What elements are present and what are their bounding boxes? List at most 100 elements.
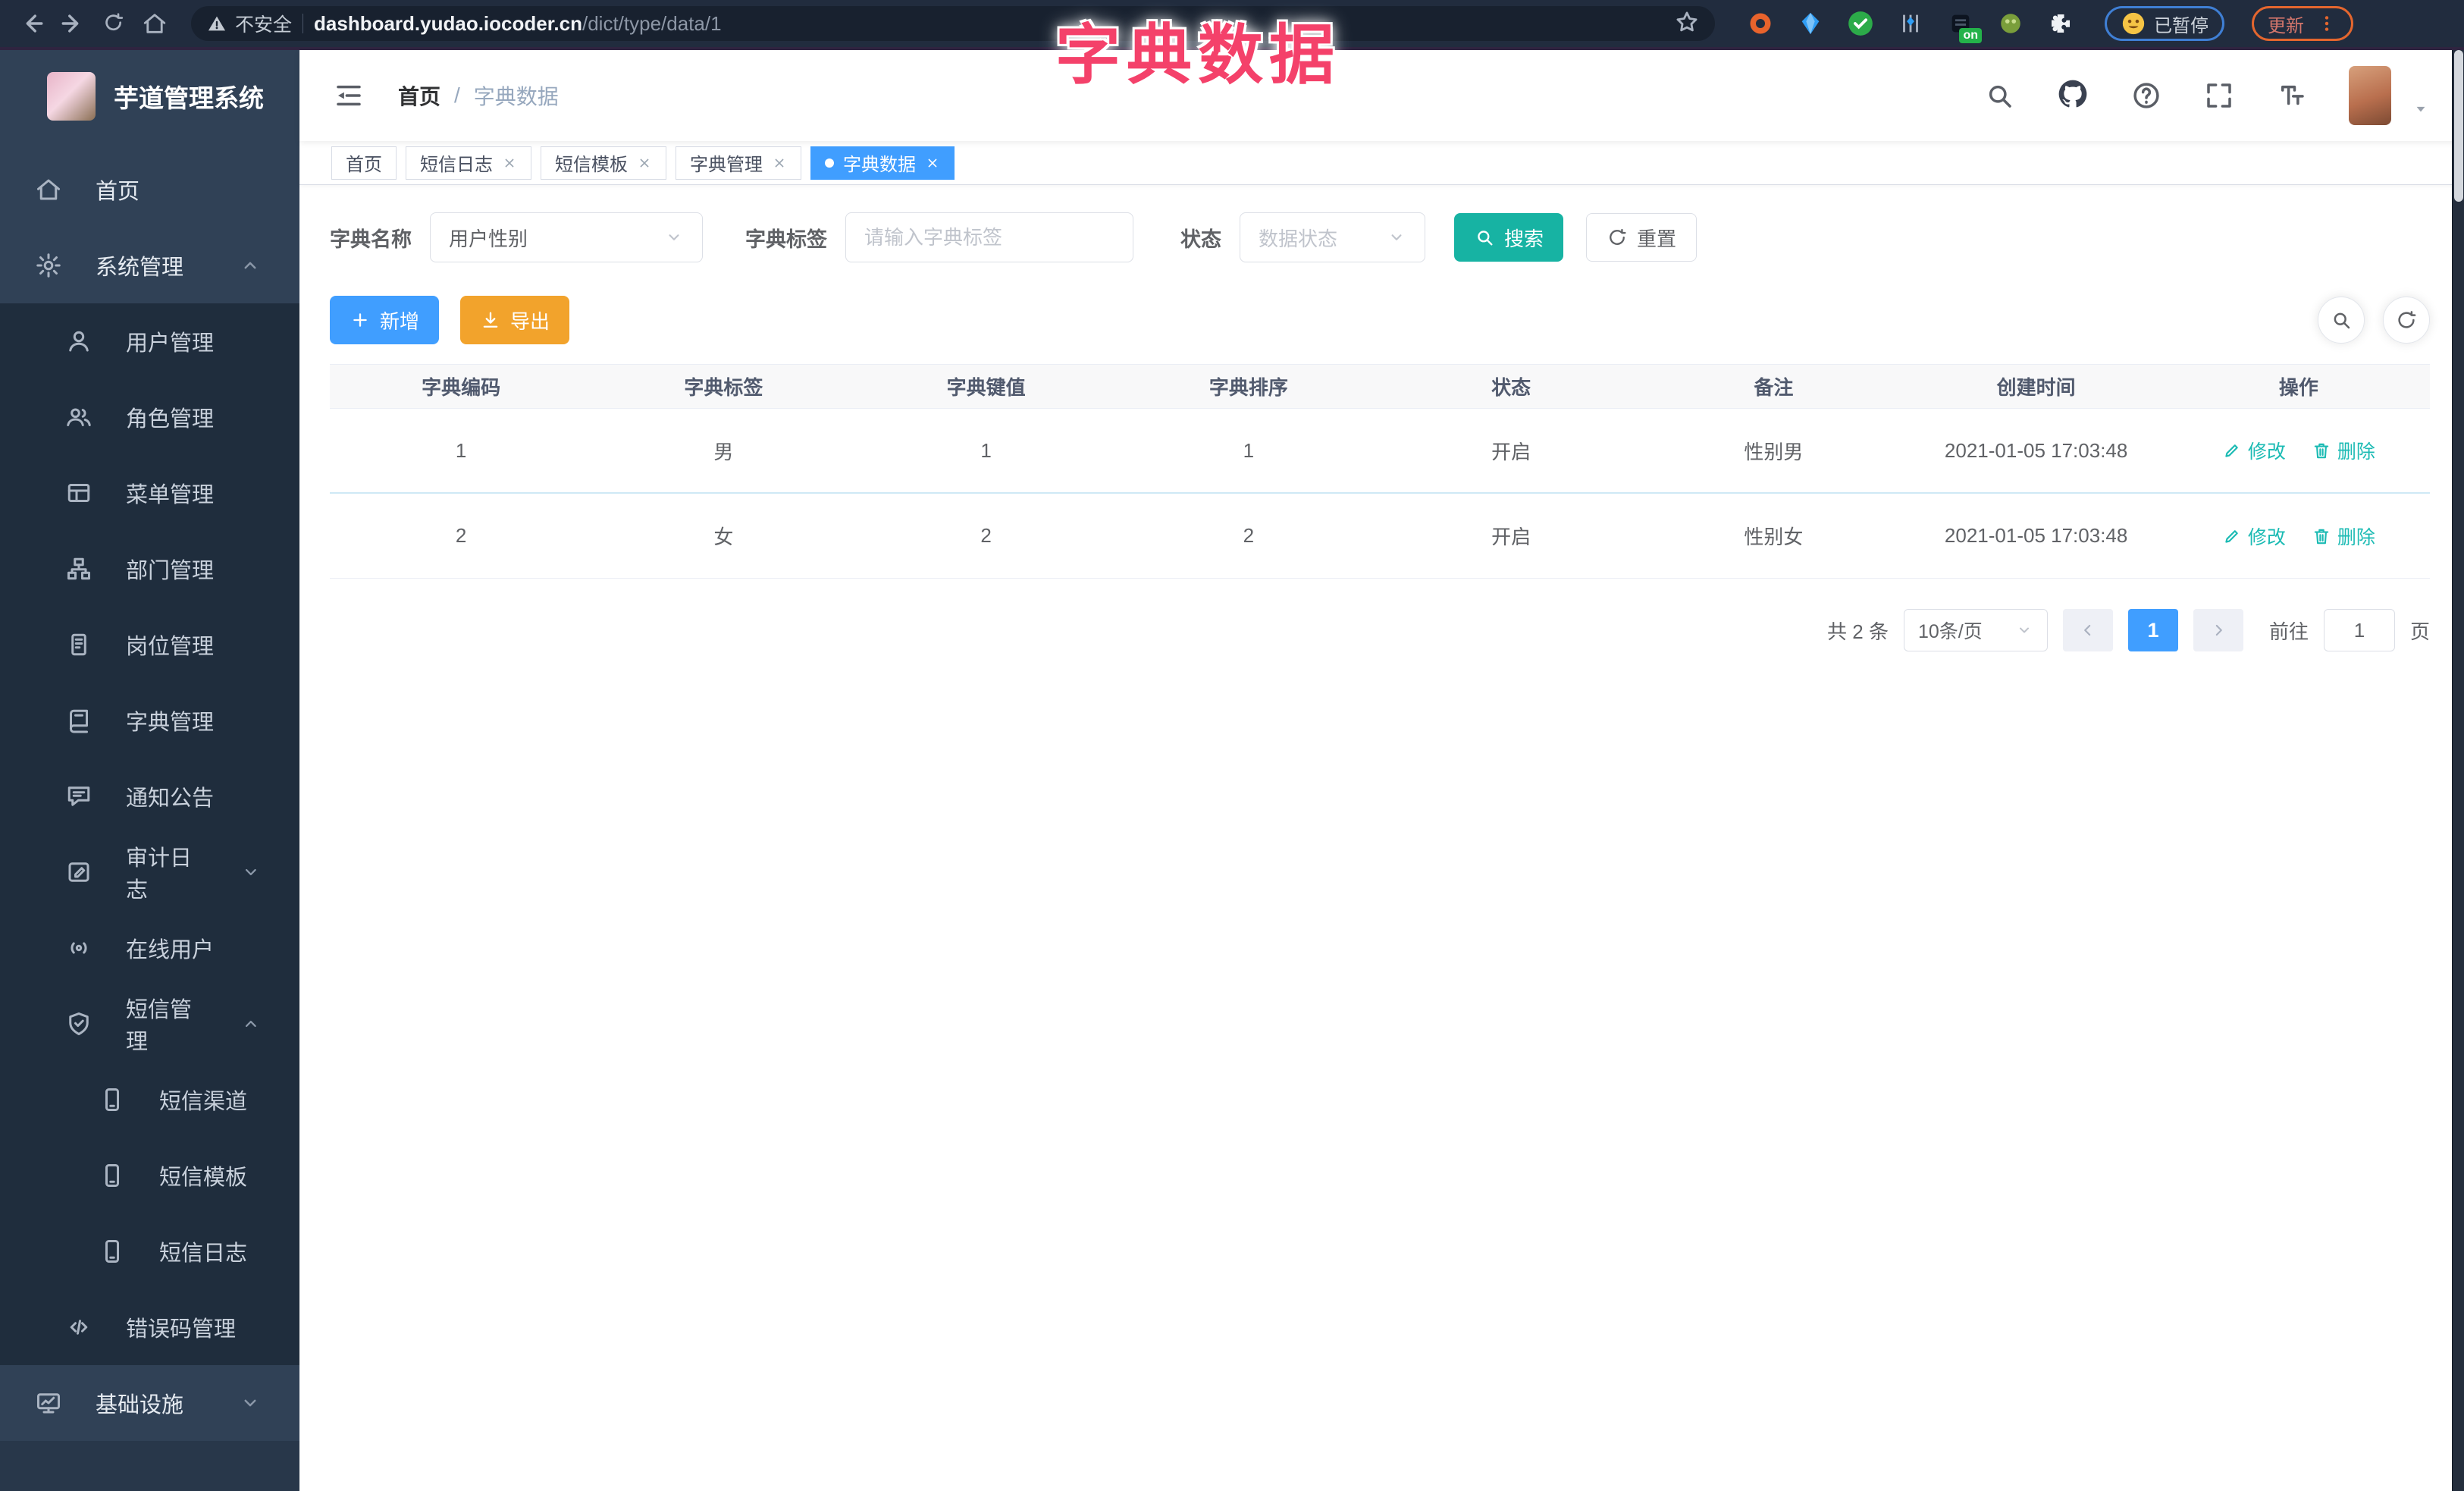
sidebar-item-label: 在线用户 [126, 938, 215, 962]
delete-link[interactable]: 删除 [2312, 523, 2375, 550]
sidebar-item-online-users[interactable]: 在线用户 [0, 910, 299, 986]
goto-page-input[interactable] [2323, 609, 2395, 651]
sidebar-item-sms-log[interactable]: 短信日志 [0, 1213, 299, 1289]
scrollbar-thumb[interactable] [2454, 50, 2463, 202]
sidebar-item-dict-mgmt[interactable]: 字典管理 [0, 683, 299, 758]
code-icon [65, 1314, 92, 1341]
page-scrollbar[interactable] [2452, 50, 2464, 1491]
sidebar-item-error-code[interactable]: 错误码管理 [0, 1289, 299, 1365]
edit-link[interactable]: 修改 [2222, 437, 2286, 464]
search-icon [2330, 309, 2353, 331]
close-icon[interactable] [772, 155, 787, 171]
page-number-1[interactable]: 1 [2127, 609, 2178, 651]
extension-on-badge-icon[interactable]: on [1945, 8, 1982, 43]
tab-dict-data[interactable]: 字典数据 [810, 146, 955, 180]
dict-name-select[interactable]: 用户性别 [430, 212, 703, 262]
toggle-search-button[interactable] [2318, 297, 2365, 344]
book-icon [65, 707, 92, 734]
user-icon [65, 328, 92, 355]
browser-update-button[interactable]: 更新 [2252, 6, 2353, 41]
user-avatar[interactable] [2349, 66, 2391, 125]
chevron-down-icon [240, 861, 262, 884]
browser-forward-icon[interactable] [58, 8, 88, 39]
sidebar-logo[interactable]: 芋道管理系统 [0, 50, 299, 143]
sidebar-item-home[interactable]: 首页 [0, 152, 299, 228]
address-bar[interactable]: 不安全 dashboard.yudao.iocoder.cn/dict/type… [191, 6, 1715, 41]
close-icon[interactable] [637, 155, 652, 171]
help-icon[interactable] [2130, 80, 2162, 111]
github-icon[interactable] [2056, 77, 2089, 115]
sidebar-item-sms-channel[interactable]: 短信渠道 [0, 1062, 299, 1138]
search-icon[interactable] [1983, 80, 2015, 111]
table-row[interactable]: 1 男 1 1 开启 性别男 2021-01-05 17:03:48 修改 删除 [330, 409, 2430, 494]
tab-dict-mgmt[interactable]: 字典管理 [676, 146, 801, 180]
sidebar-item-notice[interactable]: 通知公告 [0, 758, 299, 834]
browser-home-icon[interactable] [140, 8, 170, 39]
extension-check-circle-icon[interactable] [1845, 8, 1876, 39]
col-header: 字典标签 [684, 376, 763, 399]
tab-label: 短信模板 [555, 155, 628, 175]
extensions-row: on [1745, 8, 2076, 43]
extension-puzzle-icon[interactable] [2045, 8, 2076, 39]
sidebar-item-infrastructure[interactable]: 基础设施 [0, 1365, 299, 1441]
extension-orange-ring-icon[interactable] [1745, 8, 1776, 39]
refresh-icon [2395, 309, 2418, 331]
fullscreen-icon[interactable] [2203, 80, 2235, 111]
tab-sms-template[interactable]: 短信模板 [541, 146, 666, 180]
sidebar-item-audit-log[interactable]: 审计日志 [0, 834, 299, 910]
sidebar-item-menu-mgmt[interactable]: 菜单管理 [0, 455, 299, 531]
sidebar-item-user-mgmt[interactable]: 用户管理 [0, 303, 299, 379]
reset-button[interactable]: 重置 [1586, 213, 1698, 262]
cell-value: 2 [980, 524, 992, 547]
tab-label: 短信日志 [420, 155, 493, 175]
org-tree-icon [65, 555, 92, 582]
app-header: 首页 / 字典数据 [299, 50, 2464, 141]
search-button[interactable]: 搜索 [1454, 213, 1564, 262]
add-button[interactable]: 新增 [330, 296, 440, 344]
export-button[interactable]: 导出 [460, 296, 570, 344]
dict-label-input[interactable] [845, 212, 1133, 262]
extension-sliders-icon[interactable] [1895, 8, 1926, 39]
sidebar-item-sms-mgmt[interactable]: 短信管理 [0, 986, 299, 1062]
close-icon[interactable] [502, 155, 517, 171]
tab-home[interactable]: 首页 [331, 146, 397, 180]
close-icon[interactable] [925, 155, 940, 171]
active-dot [825, 158, 834, 168]
chevron-right-icon [2209, 620, 2228, 640]
logo-title: 芋道管理系统 [114, 84, 264, 112]
cell-created: 2021-01-05 17:03:48 [1944, 524, 2128, 547]
next-page-button[interactable] [2193, 609, 2243, 651]
sidebar-item-dept-mgmt[interactable]: 部门管理 [0, 531, 299, 607]
sidebar-item-label: 短信模板 [159, 1166, 248, 1190]
edit-link[interactable]: 修改 [2222, 523, 2286, 550]
extension-leaf-icon[interactable] [1995, 8, 2026, 39]
sidebar-item-role-mgmt[interactable]: 角色管理 [0, 379, 299, 455]
chevron-down-icon [2015, 621, 2033, 639]
cell-created: 2021-01-05 17:03:48 [1944, 438, 2128, 462]
delete-link[interactable]: 删除 [2312, 437, 2375, 464]
table-row[interactable]: 2 女 2 2 开启 性别女 2021-01-05 17:03:48 修改 删除 [330, 494, 2430, 579]
sidebar-collapse-icon[interactable] [333, 80, 365, 111]
tab-sms-log[interactable]: 短信日志 [406, 146, 531, 180]
chevron-up-icon [240, 1012, 262, 1035]
status-select[interactable]: 数据状态 [1240, 212, 1425, 262]
sidebar-item-label: 字典管理 [126, 711, 215, 735]
sidebar-item-system-mgmt[interactable]: 系统管理 [0, 228, 299, 303]
chevron-up-icon [239, 254, 262, 277]
font-size-icon[interactable] [2276, 80, 2308, 111]
refresh-table-button[interactable] [2383, 297, 2430, 344]
extension-gem-icon[interactable] [1795, 8, 1826, 39]
page-size-select[interactable]: 10条/页 [1903, 609, 2048, 651]
sidebar-item-sms-template[interactable]: 短信模板 [0, 1138, 299, 1213]
cell-label: 男 [713, 440, 734, 463]
browser-reload-icon[interactable] [99, 8, 129, 39]
breadcrumb-home[interactable]: 首页 [398, 80, 440, 111]
browser-back-icon[interactable] [17, 8, 47, 39]
cell-label: 女 [713, 526, 734, 548]
profile-paused-pill[interactable]: 已暂停 [2105, 6, 2224, 41]
sidebar-item-label: 错误码管理 [126, 1317, 237, 1342]
bookmark-star-icon[interactable] [1674, 9, 1700, 39]
caret-down-icon[interactable] [2411, 99, 2431, 118]
prev-page-button[interactable] [2062, 609, 2113, 651]
sidebar-item-post-mgmt[interactable]: 岗位管理 [0, 607, 299, 683]
